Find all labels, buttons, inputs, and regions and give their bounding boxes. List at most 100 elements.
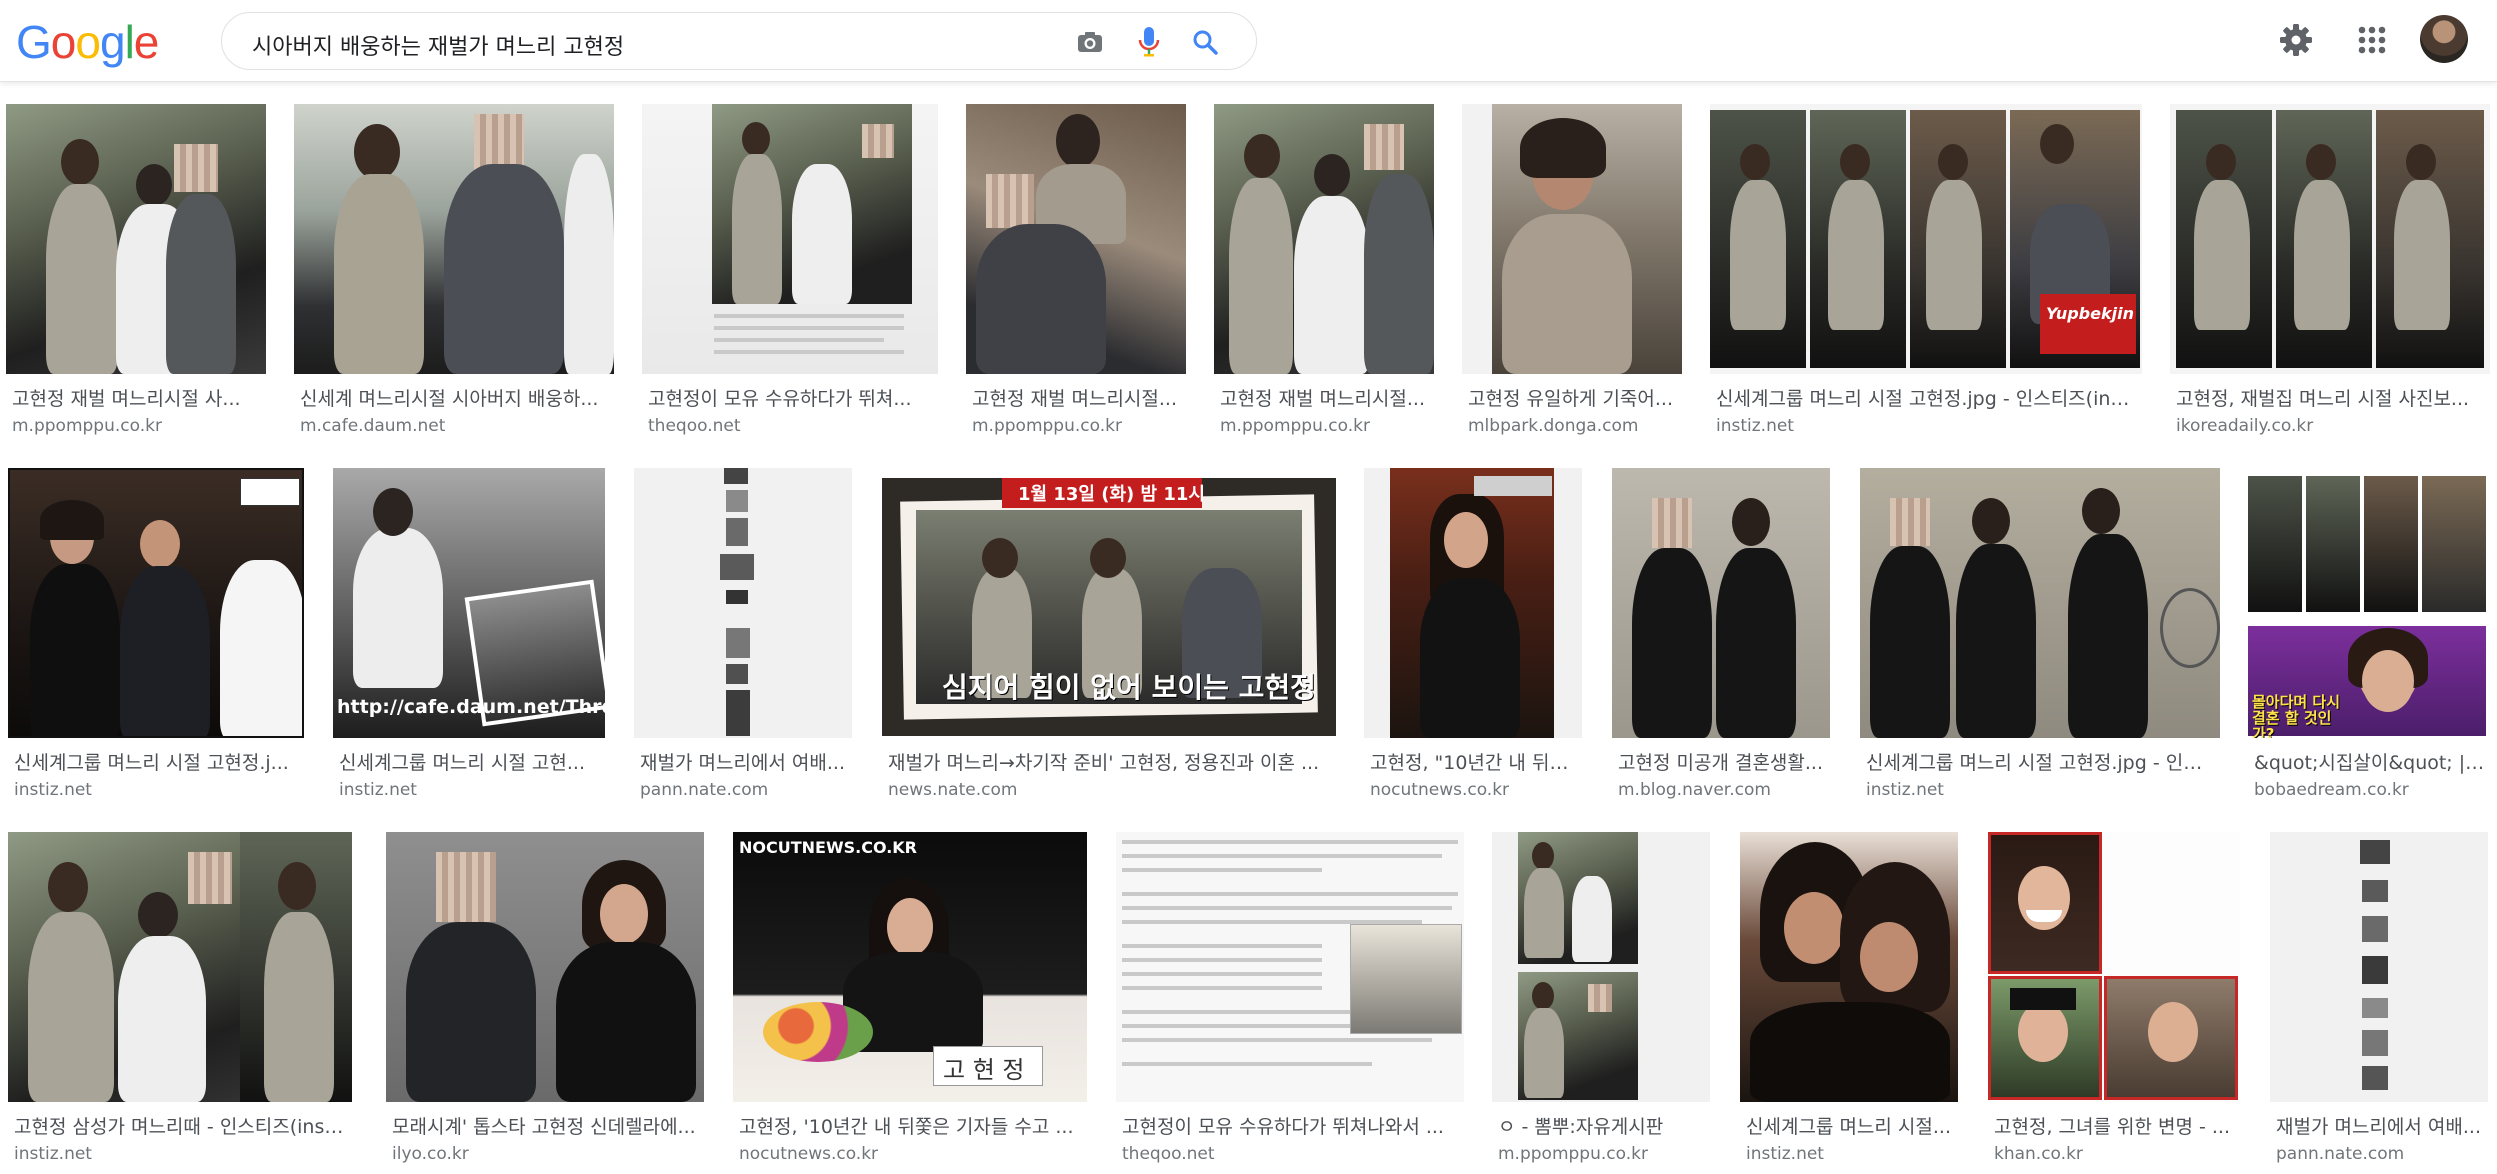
- result-thumbnail[interactable]: [386, 832, 704, 1102]
- result-source: mlbpark.donga.com: [1468, 416, 1639, 436]
- result-caption[interactable]: 신세계그룹 며느리 시절 고현정.j...: [14, 748, 300, 775]
- result-thumbnail[interactable]: [1988, 832, 2240, 1102]
- result-caption[interactable]: 고현정 유일하게 기죽어...: [1468, 384, 1678, 411]
- image-result[interactable]: 재벌가 며느리에서 여배... pann.nate.com: [634, 468, 852, 808]
- apps-grid-icon[interactable]: [2350, 18, 2394, 62]
- image-result[interactable]: Yupbekjin 신세계그룹 며느리 시절 고현정.jpg - 인스티즈(in…: [1710, 104, 2142, 444]
- result-thumbnail[interactable]: [634, 468, 852, 738]
- result-caption[interactable]: 고현정 재벌 며느리시절...: [1220, 384, 1430, 411]
- result-thumbnail[interactable]: [1462, 104, 1682, 374]
- result-thumbnail[interactable]: [2270, 832, 2488, 1102]
- result-caption[interactable]: 고현정, 재벌집 며느리 시절 사진보...: [2176, 384, 2486, 411]
- result-source: m.ppomppu.co.kr: [1498, 1144, 1648, 1164]
- image-result[interactable]: 1월 13일 (화) 밤 11시 심지어 힘이 없어 보이는 고현정 재벌가 며…: [882, 468, 1336, 808]
- result-thumbnail[interactable]: [1860, 468, 2220, 738]
- result-thumbnail[interactable]: [2170, 104, 2490, 374]
- camera-icon[interactable]: [1074, 26, 1106, 58]
- image-result[interactable]: NOCUTNEWS.CO.KR 고 현 정 고현정, '10년간 내 뒤쫓은 기…: [733, 832, 1087, 1172]
- result-thumbnail[interactable]: [1214, 104, 1434, 374]
- result-thumbnail[interactable]: [6, 104, 266, 374]
- result-caption[interactable]: 신세계 며느리시절 시아버지 배웅하...: [300, 384, 610, 411]
- account-avatar[interactable]: [2420, 15, 2468, 63]
- result-thumbnail[interactable]: [1612, 468, 1830, 738]
- result-thumbnail[interactable]: 몰아다며 다시 결혼 할 것인가?: [2248, 468, 2490, 738]
- result-thumbnail[interactable]: [8, 468, 304, 738]
- image-result[interactable]: 고현정 재벌 며느리시절... m.ppomppu.co.kr: [1214, 104, 1434, 444]
- watermark-text: http://cafe.daum.net/Thrdivi: [337, 696, 605, 718]
- result-thumbnail[interactable]: [1740, 832, 1958, 1102]
- result-thumbnail[interactable]: [294, 104, 614, 374]
- result-caption[interactable]: 고현정 재벌 며느리시절...: [972, 384, 1182, 411]
- result-caption[interactable]: 고현정, 그녀를 위한 변명 - ...: [1994, 1112, 2236, 1139]
- result-thumbnail[interactable]: 1월 13일 (화) 밤 11시 심지어 힘이 없어 보이는 고현정: [882, 468, 1336, 738]
- result-caption[interactable]: 고현정 삼성가 며느리때 - 인스티즈(insti...: [14, 1112, 348, 1139]
- broadcast-date-text: 1월 13일 (화) 밤 11시: [1018, 484, 1205, 505]
- result-caption[interactable]: 모래시계' 톱스타 고현정 신데렐라에...: [392, 1112, 700, 1139]
- result-caption[interactable]: 고현정 재벌 며느리시절 사...: [12, 384, 262, 411]
- image-result[interactable]: ㅇ - 뽐뿌:자유게시판 m.ppomppu.co.kr: [1492, 832, 1710, 1172]
- result-source: m.ppomppu.co.kr: [1220, 416, 1370, 436]
- google-logo[interactable]: Google: [16, 14, 160, 70]
- result-caption[interactable]: 재벌가 며느리에서 여배...: [2276, 1112, 2484, 1139]
- result-caption[interactable]: 신세계그룹 며느리 시절 고현...: [339, 748, 601, 775]
- result-source: m.ppomppu.co.kr: [972, 416, 1122, 436]
- result-source: ikoreadaily.co.kr: [2176, 416, 2314, 436]
- image-result[interactable]: 재벌가 며느리에서 여배... pann.nate.com: [2270, 832, 2488, 1172]
- result-source: ilyo.co.kr: [392, 1144, 469, 1164]
- image-result[interactable]: 고현정, "10년간 내 뒤쫓... nocutnews.co.kr: [1364, 468, 1582, 808]
- watermark-text: NOCUTNEWS.CO.KR: [739, 838, 917, 857]
- logo-letter: e: [133, 16, 160, 68]
- search-icon[interactable]: [1189, 26, 1221, 58]
- image-result[interactable]: 몰아다며 다시 결혼 할 것인가? &quot;시집살이&quot; | 보..…: [2248, 468, 2490, 808]
- result-source: news.nate.com: [888, 780, 1018, 800]
- image-result[interactable]: http://cafe.daum.net/Thrdivi 신세계그룹 며느리 시…: [333, 468, 605, 808]
- result-caption[interactable]: 재벌가 며느리→차기작 준비' 고현정, 정용진과 이혼 ...: [888, 748, 1332, 775]
- result-caption[interactable]: 신세계그룹 며느리 시절...: [1746, 1112, 1954, 1139]
- microphone-icon[interactable]: [1133, 26, 1165, 58]
- result-caption[interactable]: 재벌가 며느리에서 여배...: [640, 748, 848, 775]
- image-result[interactable]: 고현정 삼성가 며느리때 - 인스티즈(insti... instiz.net: [8, 832, 352, 1172]
- result-thumbnail[interactable]: http://cafe.daum.net/Thrdivi: [333, 468, 605, 738]
- image-result[interactable]: 고현정, 재벌집 며느리 시절 사진보... ikoreadaily.co.kr: [2170, 104, 2490, 444]
- result-thumbnail[interactable]: [966, 104, 1186, 374]
- image-result[interactable]: 고현정 미공개 결혼생활... m.blog.naver.com: [1612, 468, 1830, 808]
- result-source: m.ppomppu.co.kr: [12, 416, 162, 436]
- result-thumbnail[interactable]: NOCUTNEWS.CO.KR 고 현 정: [733, 832, 1087, 1102]
- image-result[interactable]: 신세계 며느리시절 시아버지 배웅하... m.cafe.daum.net: [294, 104, 614, 444]
- image-result[interactable]: 고현정이 모유 수유하다가 뛰쳐... theqoo.net: [642, 104, 938, 444]
- result-caption[interactable]: 고현정, "10년간 내 뒤쫓...: [1370, 748, 1578, 775]
- result-source: nocutnews.co.kr: [739, 1144, 879, 1164]
- image-result[interactable]: 고현정 재벌 며느리시절... m.ppomppu.co.kr: [966, 104, 1186, 444]
- search-box[interactable]: 시아버지 배웅하는 재벌가 며느리 고현정: [221, 12, 1257, 70]
- image-result[interactable]: 신세계그룹 며느리 시절 고현정.jpg - 인스... instiz.net: [1860, 468, 2220, 808]
- logo-letter: l: [124, 16, 135, 68]
- image-result[interactable]: 고현정이 모유 수유하다가 뛰쳐나와서 ... theqoo.net: [1116, 832, 1464, 1172]
- image-result[interactable]: 신세계그룹 며느리 시절... instiz.net: [1740, 832, 1958, 1172]
- result-source: m.blog.naver.com: [1618, 780, 1771, 800]
- image-result[interactable]: 신세계그룹 며느리 시절 고현정.j... instiz.net: [8, 468, 304, 808]
- search-input[interactable]: 시아버지 배웅하는 재벌가 며느리 고현정: [252, 29, 624, 61]
- image-result[interactable]: 고현정, 그녀를 위한 변명 - ... khan.co.kr: [1988, 832, 2240, 1172]
- result-caption[interactable]: 신세계그룹 며느리 시절 고현정.jpg - 인스...: [1866, 748, 2216, 775]
- result-thumbnail[interactable]: [1364, 468, 1582, 738]
- result-thumbnail[interactable]: [1116, 832, 1464, 1102]
- result-caption[interactable]: &quot;시집살이&quot; | 보...: [2254, 748, 2486, 775]
- result-thumbnail[interactable]: [8, 832, 352, 1102]
- result-caption[interactable]: 고현정이 모유 수유하다가 뛰쳐...: [648, 384, 934, 411]
- logo-letter: o: [50, 16, 77, 68]
- result-thumbnail[interactable]: [1492, 832, 1710, 1102]
- result-caption[interactable]: ㅇ - 뽐뿌:자유게시판: [1498, 1112, 1706, 1139]
- logo-letter: o: [75, 16, 101, 68]
- image-result[interactable]: 모래시계' 톱스타 고현정 신데렐라에... ilyo.co.kr: [386, 832, 704, 1172]
- result-caption[interactable]: 고현정이 모유 수유하다가 뛰쳐나와서 ...: [1122, 1112, 1460, 1139]
- broadcast-caption-text: 심지어 힘이 없어 보이는 고현정: [942, 671, 1316, 704]
- result-caption[interactable]: 신세계그룹 며느리 시절 고현정.jpg - 인스티즈(inst...: [1716, 384, 2138, 411]
- result-caption[interactable]: 고현정, '10년간 내 뒤쫓은 기자들 수고 ...: [739, 1112, 1083, 1139]
- result-thumbnail[interactable]: [642, 104, 938, 374]
- result-thumbnail[interactable]: Yupbekjin: [1710, 104, 2142, 374]
- image-result[interactable]: 고현정 유일하게 기죽어... mlbpark.donga.com: [1462, 104, 1682, 444]
- result-source: nocutnews.co.kr: [1370, 780, 1510, 800]
- image-result[interactable]: 고현정 재벌 며느리시절 사... m.ppomppu.co.kr: [6, 104, 266, 444]
- settings-icon[interactable]: [2274, 18, 2318, 62]
- result-caption[interactable]: 고현정 미공개 결혼생활...: [1618, 748, 1826, 775]
